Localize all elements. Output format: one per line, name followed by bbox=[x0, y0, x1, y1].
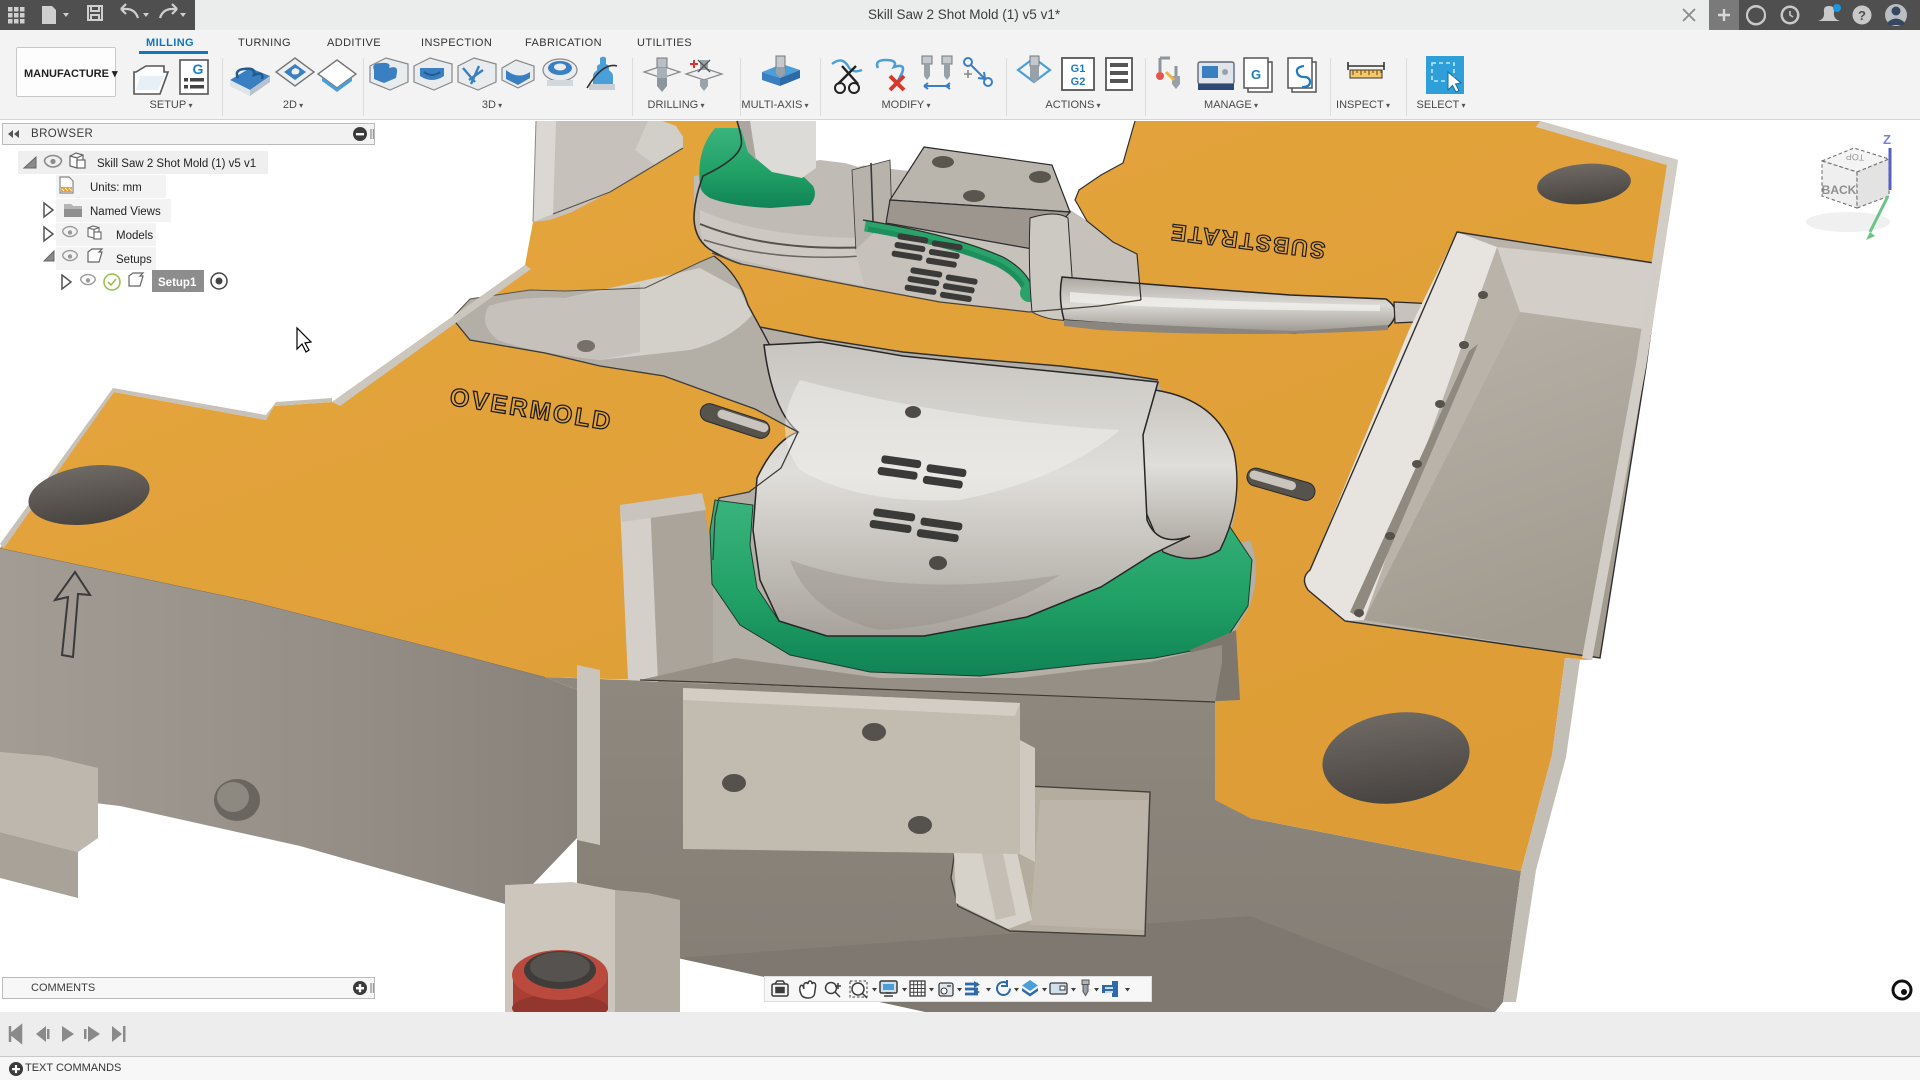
svg-text:G: G bbox=[1251, 67, 1261, 82]
svg-text:G2: G2 bbox=[1071, 76, 1086, 88]
svg-text:?: ? bbox=[1858, 8, 1866, 23]
svg-text:Models: Models bbox=[116, 230, 153, 242]
svg-text:Setups: Setups bbox=[116, 254, 152, 266]
svg-text:Setup1: Setup1 bbox=[158, 277, 197, 289]
svg-text:Named Views: Named Views bbox=[90, 206, 161, 218]
svg-text:Units: mm: Units: mm bbox=[90, 182, 142, 194]
svg-text:G: G bbox=[193, 61, 204, 77]
svg-text:Skill Saw 2 Shot Mold (1) v5 v: Skill Saw 2 Shot Mold (1) v5 v1 bbox=[97, 158, 256, 170]
svg-text:G1: G1 bbox=[1071, 63, 1086, 75]
